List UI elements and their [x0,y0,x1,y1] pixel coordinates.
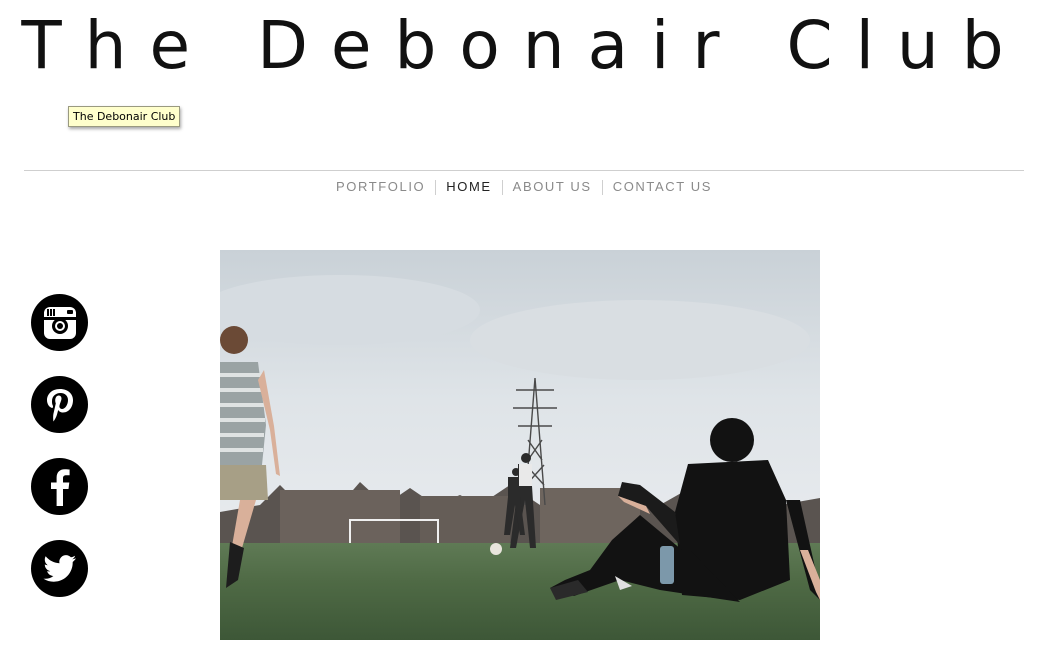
instagram-link[interactable] [31,294,88,351]
facebook-link[interactable] [31,458,88,515]
pinterest-icon [46,388,73,421]
page: The Debonair Club The Debonair Club PORT… [0,0,1039,661]
main-nav: PORTFOLIO HOME ABOUT US CONTACT US [0,179,1039,195]
facebook-icon [50,468,70,506]
site-title[interactable]: The Debonair Club [0,0,1039,92]
nav-item-about-us[interactable]: ABOUT US [503,179,602,195]
photo-icon [220,250,820,640]
twitter-link[interactable] [31,540,88,597]
nav-item-portfolio[interactable]: PORTFOLIO [326,179,435,195]
nav-item-contact-us[interactable]: CONTACT US [603,179,722,195]
header-divider [24,170,1024,171]
nav-item-home[interactable]: HOME [436,179,501,195]
instagram-icon [43,306,76,339]
twitter-icon [43,554,76,582]
hero-photo [220,250,820,640]
title-tooltip: The Debonair Club [68,106,181,127]
pinterest-link[interactable] [31,376,88,433]
